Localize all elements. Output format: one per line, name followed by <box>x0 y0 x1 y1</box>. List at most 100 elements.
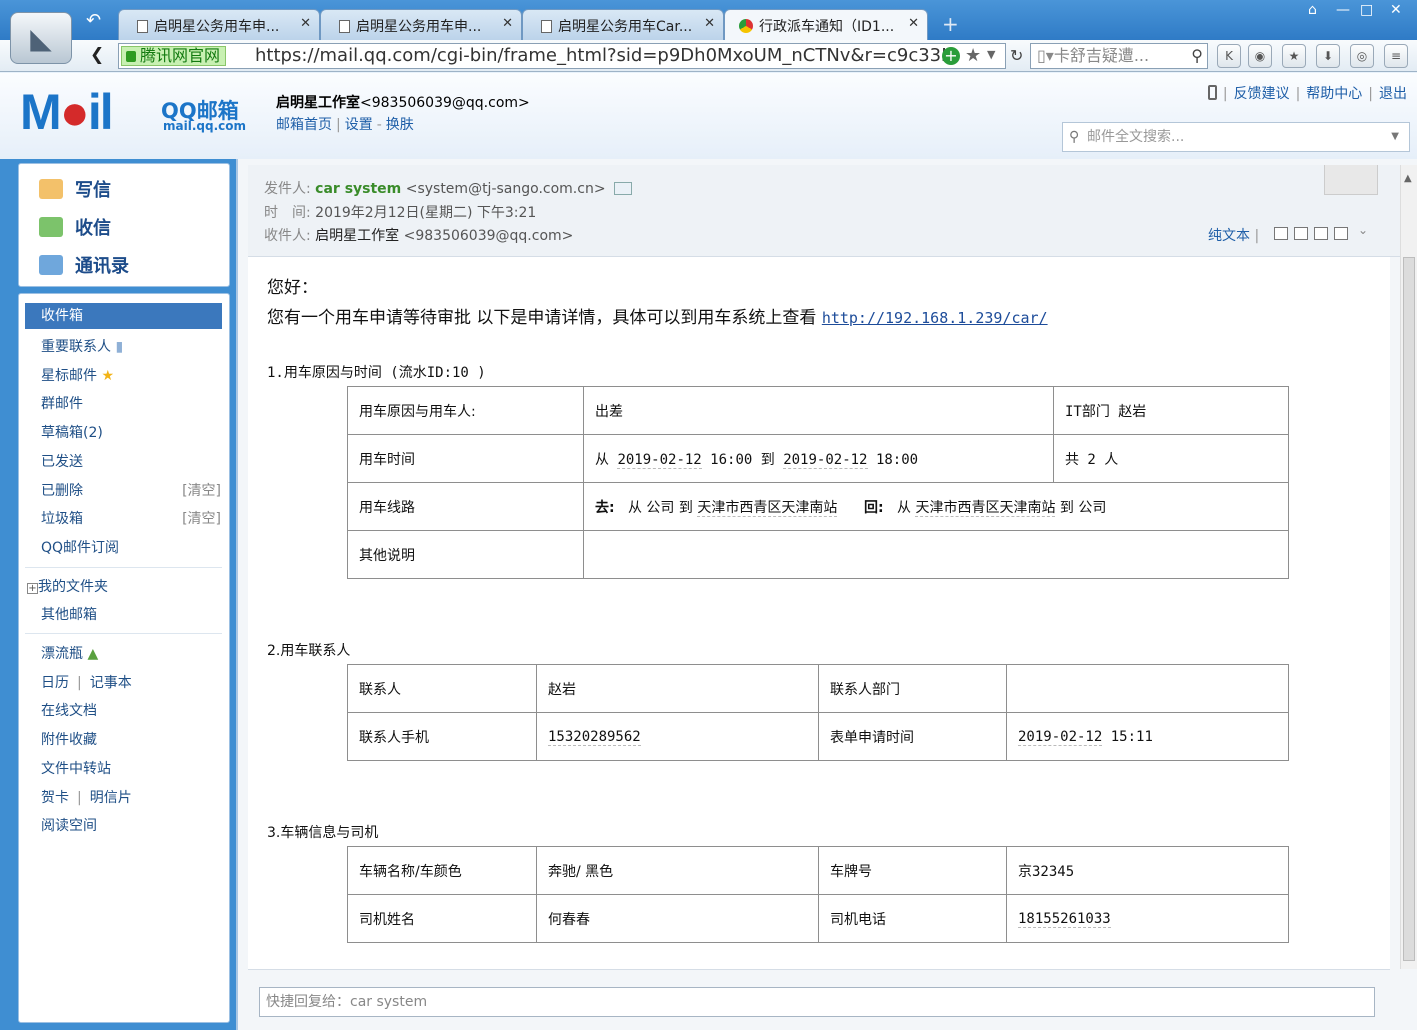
skin-link[interactable]: 换肤 <box>386 117 414 133</box>
folder-vip[interactable]: 重要联系人 ▮ <box>41 336 221 356</box>
table-row: 司机姓名 何春春 司机电话 18155261033 <box>347 894 1289 943</box>
scrollbar-thumb[interactable] <box>1403 257 1415 961</box>
chevron-down-icon[interactable]: ▼ <box>987 48 995 61</box>
back-source[interactable]: 天津市西青区天津南站 <box>915 499 1056 517</box>
close-icon[interactable]: ✕ <box>704 16 715 31</box>
tab-car-request-1[interactable]: 启明星公务用车申... ✕ <box>118 9 320 40</box>
qq-mail-logo[interactable]: M●il <box>20 84 114 140</box>
cell-label: 用车时间 <box>347 434 584 483</box>
address-bar[interactable]: 腾讯网官网 https://mail.qq.com/cgi-bin/frame_… <box>118 43 1006 69</box>
new-window-icon[interactable] <box>1274 227 1288 240</box>
folder-spam[interactable]: 垃圾箱 [清空] <box>41 508 221 528</box>
apply-date[interactable]: 2019-02-12 <box>1018 728 1103 746</box>
sender-name[interactable]: car system <box>315 181 401 197</box>
feedback-link[interactable]: 反馈建议 <box>1234 86 1290 102</box>
phone-number[interactable]: 15320289562 <box>548 728 641 746</box>
tab-dispatch-notice[interactable]: 行政派车通知（ID1... ✕ <box>724 9 928 40</box>
recipient-name[interactable]: 启明星工作室 <box>315 228 399 244</box>
search-icon: ⚲ <box>1069 129 1080 145</box>
minimize-icon[interactable]: — <box>1336 2 1350 18</box>
print-icon[interactable] <box>1334 227 1348 240</box>
go-destination[interactable]: 天津市西青区天津南站 <box>697 499 838 517</box>
reload-icon[interactable]: ↻ <box>1010 46 1023 65</box>
extension-k-icon[interactable]: K <box>1217 44 1241 68</box>
start-date[interactable]: 2019-02-12 <box>617 451 702 469</box>
search-text: 卡舒吉疑遭... <box>1053 46 1150 65</box>
from-word: 从 <box>595 451 609 468</box>
undo-close-tab-icon[interactable]: ↶ <box>86 10 101 31</box>
folder-deleted[interactable]: 已删除 [清空] <box>41 480 221 500</box>
account-name: 启明星工作室 <box>276 95 360 111</box>
online-docs-link[interactable]: 在线文档 <box>41 700 221 720</box>
car-system-link[interactable]: http://192.168.1.239/car/ <box>822 309 1048 327</box>
back-icon[interactable]: ❮ <box>90 45 104 65</box>
plain-text-link[interactable]: 纯文本 | <box>1208 225 1259 245</box>
skin-icon[interactable]: ⌂ <box>1308 2 1317 18</box>
mail-search-input[interactable]: ⚲ 邮件全文搜索... ▼ <box>1062 122 1410 152</box>
bottle-icon: ▲ <box>87 646 99 662</box>
quick-reply-input[interactable]: 快捷回复给：car system <box>259 987 1375 1017</box>
cell-value: IT部门 赵岩 <box>1053 386 1289 435</box>
calendar-link[interactable]: 日历 <box>41 675 69 691</box>
folder-drafts[interactable]: 草稿箱(2) <box>41 422 221 442</box>
attachments-link[interactable]: 附件收藏 <box>41 729 221 749</box>
scroll-up-icon[interactable]: ▲ <box>1404 173 1412 184</box>
reading-space-link[interactable]: 阅读空间 <box>41 815 221 835</box>
site-badge[interactable]: 腾讯网官网 <box>121 46 227 66</box>
cell-apply-time: 2019-02-12 15:11 <box>1006 712 1289 761</box>
driver-phone[interactable]: 18155261033 <box>1018 910 1111 928</box>
folder-sent[interactable]: 已发送 <box>41 451 221 471</box>
clear-spam-link[interactable]: [清空] <box>182 508 221 528</box>
clear-deleted-link[interactable]: [清空] <box>182 480 221 500</box>
chevron-down-icon[interactable]: ⌄ <box>1358 223 1368 237</box>
end-date[interactable]: 2019-02-12 <box>783 451 868 469</box>
save-icon[interactable] <box>1314 227 1328 240</box>
new-tab-icon[interactable]: + <box>942 12 959 36</box>
cell-label: 联系人 <box>347 664 537 713</box>
notes-link[interactable]: 记事本 <box>90 675 132 691</box>
settings-link[interactable]: 设置 <box>345 117 373 133</box>
scrollbar[interactable]: ▲ <box>1400 165 1417 969</box>
receive-button[interactable]: 收信 <box>39 214 111 240</box>
maximize-icon[interactable]: □ <box>1360 2 1373 18</box>
contacts-button[interactable]: 通讯录 <box>39 252 129 278</box>
folder-my-folders[interactable]: +我的文件夹 <box>27 576 207 596</box>
menu-icon[interactable]: ≡ <box>1384 44 1408 68</box>
game-icon[interactable]: ◎ <box>1350 44 1374 68</box>
logo-letter: il <box>87 84 114 140</box>
lock-icon[interactable]: ◉ <box>1248 44 1272 68</box>
file-transfer-link[interactable]: 文件中转站 <box>41 758 221 778</box>
folder-other-mail[interactable]: 其他邮箱 <box>41 604 221 624</box>
tab-car-system[interactable]: 启明星公务用车Car... ✕ <box>522 9 724 40</box>
add-icon[interactable]: + <box>942 47 960 65</box>
download-icon[interactable]: ⬇ <box>1316 44 1340 68</box>
star-icon[interactable]: ★ <box>965 45 981 66</box>
logout-link[interactable]: 退出 <box>1379 86 1407 102</box>
mailbox-home-link[interactable]: 邮箱首页 <box>276 117 332 133</box>
browser-search-input[interactable]: ▯▾卡舒吉疑遭... ⚲ <box>1030 43 1208 69</box>
close-window-icon[interactable]: ✕ <box>1390 2 1402 18</box>
close-icon[interactable]: ✕ <box>300 16 311 31</box>
tab-car-request-2[interactable]: 启明星公务用车申... ✕ <box>320 9 522 40</box>
postcards-link[interactable]: 明信片 <box>90 790 132 806</box>
help-link[interactable]: 帮助中心 <box>1306 86 1362 102</box>
folder-group[interactable]: 群邮件 <box>41 393 221 413</box>
drift-bottle-link[interactable]: 漂流瓶 ▲ <box>41 643 221 663</box>
greeting-cards-link[interactable]: 贺卡 <box>41 790 69 806</box>
folder-starred[interactable]: 星标邮件 ★ <box>41 365 221 385</box>
phone-icon[interactable] <box>1207 85 1217 100</box>
folder-inbox[interactable]: 收件箱 <box>25 303 222 329</box>
chevron-down-icon[interactable]: ▼ <box>1391 123 1399 151</box>
folder-subscriptions[interactable]: QQ邮件订阅 <box>41 537 221 557</box>
contact-card-icon[interactable] <box>613 182 632 195</box>
section-3-title: 3.车辆信息与司机 <box>267 825 379 841</box>
search-icon[interactable]: ⚲ <box>1191 44 1203 68</box>
document-icon[interactable] <box>1294 227 1308 240</box>
write-button[interactable]: 写信 <box>39 176 111 202</box>
browser-logo-icon[interactable]: ◣ <box>10 12 72 64</box>
close-icon[interactable]: ✕ <box>908 16 919 31</box>
expand-icon[interactable]: + <box>27 583 38 594</box>
url-text[interactable]: https://mail.qq.com/cgi-bin/frame_html?s… <box>255 45 945 67</box>
close-icon[interactable]: ✕ <box>502 16 513 31</box>
bookmark-icon[interactable]: ★ <box>1282 44 1306 68</box>
